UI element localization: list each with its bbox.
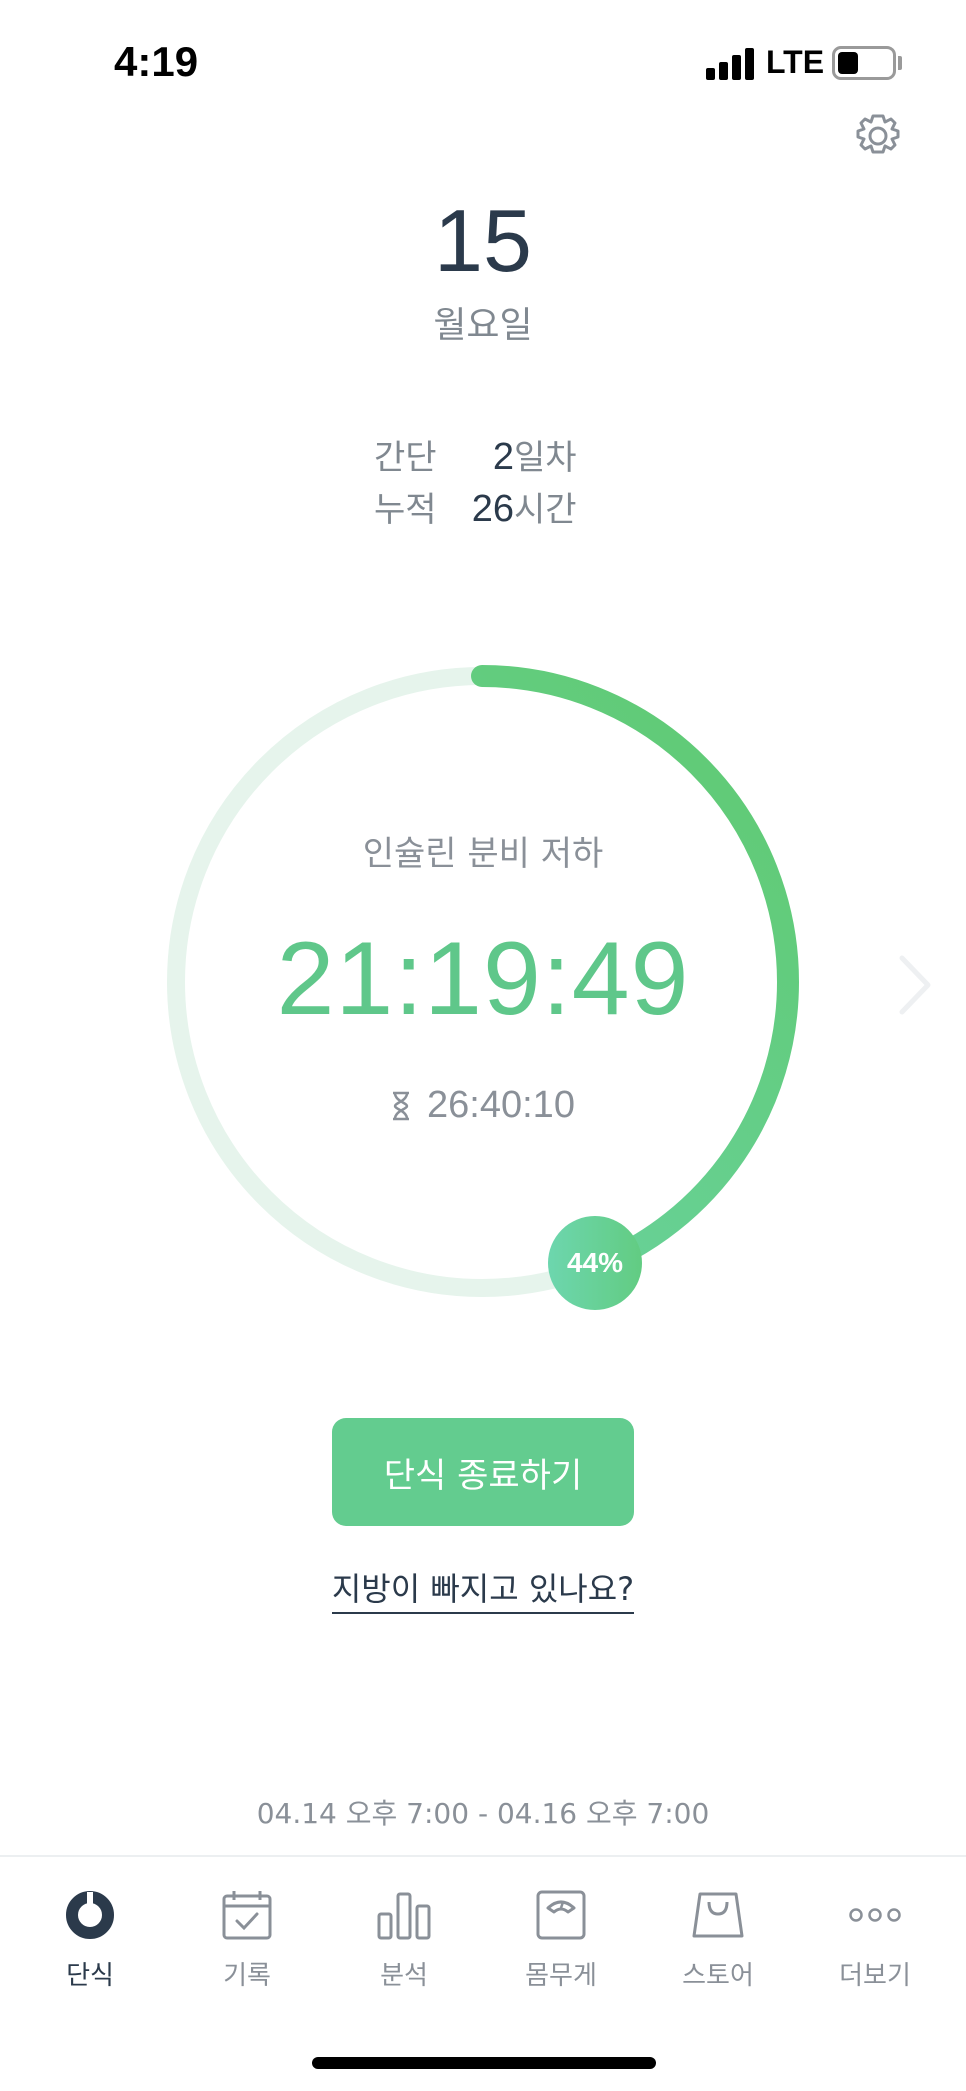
signal-icon <box>706 48 754 80</box>
elapsed-timer: 21:19:49 <box>276 921 690 1037</box>
tab-store[interactable]: 스토어 <box>638 1887 798 1992</box>
fat-burning-link[interactable]: 지방이 빠지고 있나요? <box>331 1570 635 1614</box>
fasting-phase: 인슐린 분비 저하 <box>362 834 604 874</box>
tab-weight[interactable]: 몸무게 <box>481 1887 641 1992</box>
fasting-ring-icon <box>60 1887 120 1943</box>
status-bar: 4:19 LTE <box>0 0 966 120</box>
stat-value: 26 <box>471 488 514 530</box>
fat-burning-link-wrap: 지방이 빠지고 있나요? <box>0 1564 966 1614</box>
tab-records[interactable]: 기록 <box>167 1887 327 1992</box>
progress-percent-badge: 44% <box>548 1216 642 1310</box>
remaining-time: 26:40:10 <box>0 1084 966 1127</box>
tab-label: 분석 <box>380 1961 428 1991</box>
tab-more[interactable]: 더보기 <box>795 1887 955 1992</box>
more-dots-icon <box>845 1887 905 1943</box>
end-fasting-button[interactable]: 단식 종료하기 <box>332 1418 634 1526</box>
fasting-stats: 간단 2 일차 누적 26 시간 <box>374 430 634 534</box>
chevron-right-icon[interactable] <box>896 952 936 1018</box>
tab-label: 기록 <box>223 1961 271 1991</box>
network-type: LTE <box>766 44 825 80</box>
bottom-tab-bar: 단식 기록 분석 몸무게 스토어 더보기 <box>0 1855 966 2091</box>
fasting-range: 04.14 오후 7:00 - 04.16 오후 7:00 <box>256 1797 710 1830</box>
tab-analysis[interactable]: 분석 <box>324 1887 484 1992</box>
home-indicator <box>312 2057 656 2069</box>
battery-icon <box>832 46 896 80</box>
remaining-value: 26:40:10 <box>427 1084 575 1126</box>
tab-fasting[interactable]: 단식 <box>10 1887 170 1992</box>
hourglass-icon <box>393 1091 410 1120</box>
calendar-check-icon <box>217 1887 277 1943</box>
tab-label: 더보기 <box>839 1961 911 1991</box>
shopping-bag-icon <box>688 1887 748 1943</box>
tab-label: 몸무게 <box>525 1961 597 1991</box>
date-number: 15 <box>434 191 532 290</box>
tab-label: 단식 <box>66 1961 114 1991</box>
stat-unit: 시간 <box>514 490 577 530</box>
settings-button[interactable] <box>842 108 914 164</box>
stat-label: 누적 <box>374 490 437 530</box>
stat-value: 2 <box>492 436 514 478</box>
stat-row-days: 간단 2 일차 <box>374 430 634 482</box>
scale-icon <box>531 1887 591 1943</box>
tab-label: 스토어 <box>682 1961 754 1991</box>
stat-unit: 일차 <box>514 438 577 478</box>
stat-label: 간단 <box>374 438 437 478</box>
status-time: 4:19 <box>114 38 199 85</box>
gear-icon <box>856 114 900 154</box>
battery-tip <box>898 56 902 70</box>
weekday-label: 월요일 <box>433 305 533 346</box>
bar-chart-icon <box>374 1887 434 1943</box>
stat-row-hours: 누적 26 시간 <box>374 482 634 534</box>
